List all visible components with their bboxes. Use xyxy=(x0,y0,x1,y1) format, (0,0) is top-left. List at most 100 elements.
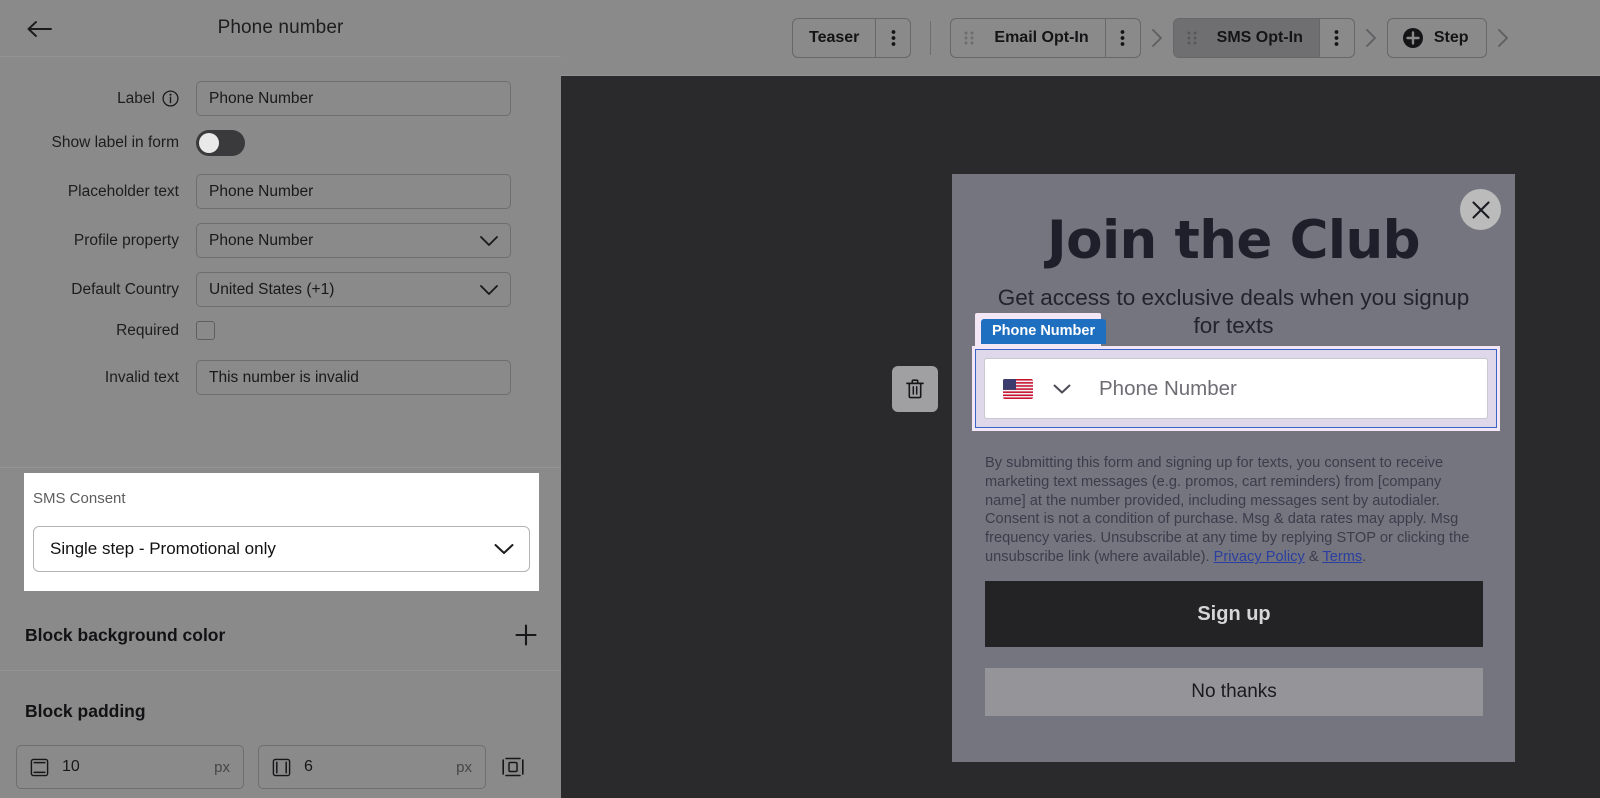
padding-vertical-icon xyxy=(30,758,49,777)
default-country-select[interactable]: United States (+1) xyxy=(196,272,511,307)
required-checkbox[interactable] xyxy=(196,321,215,340)
field-row-required: Required xyxy=(0,321,561,340)
profile-property-value: Phone Number xyxy=(209,232,313,250)
back-button[interactable] xyxy=(22,13,56,45)
delete-block-button[interactable] xyxy=(892,366,938,412)
horizontal-padding-unit: px xyxy=(456,759,472,776)
block-background-color-row: Block background color xyxy=(0,620,561,650)
privacy-policy-link[interactable]: Privacy Policy xyxy=(1214,549,1305,565)
add-step-label: Step xyxy=(1434,29,1469,47)
teaser-pill: Teaser xyxy=(792,18,911,58)
sms-consent-value: Single step - Promotional only xyxy=(50,539,276,559)
step-kebab-email-opt-in[interactable] xyxy=(1105,19,1140,57)
field-label: Label xyxy=(0,90,196,108)
label-input[interactable]: Phone Number xyxy=(196,81,511,116)
phone-number-input[interactable]: Phone Number xyxy=(984,358,1488,419)
page-title: Phone number xyxy=(0,17,561,39)
signup-button[interactable]: Sign up xyxy=(985,581,1483,647)
show-label-toggle[interactable] xyxy=(196,130,245,156)
selection-badge: Phone Number xyxy=(981,319,1106,344)
field-row-placeholder: Placeholder text Phone Number xyxy=(0,174,561,209)
field-label-text: Profile property xyxy=(74,232,179,250)
label-input-value: Phone Number xyxy=(209,90,313,108)
kebab-menu-icon xyxy=(1120,28,1125,48)
teaser-kebab-button[interactable] xyxy=(875,19,910,57)
chevron-right-icon xyxy=(1364,27,1378,49)
placeholder-input-value: Phone Number xyxy=(209,183,313,201)
selection-outline[interactable]: Phone Number xyxy=(972,346,1500,431)
toolbar-divider xyxy=(930,21,931,55)
block-background-color-title: Block background color xyxy=(25,625,225,646)
field-row-default-country: Default Country United States (+1) xyxy=(0,272,561,307)
drag-handle[interactable] xyxy=(951,19,978,57)
section-divider xyxy=(0,467,561,468)
field-label-text: Label xyxy=(117,90,155,108)
link-padding-icon xyxy=(500,754,526,780)
step-kebab-sms-opt-in[interactable] xyxy=(1319,19,1354,57)
field-label: Invalid text xyxy=(0,369,196,387)
kebab-menu-icon xyxy=(1334,28,1339,48)
teaser-button[interactable]: Teaser xyxy=(793,19,875,57)
step-tab-sms-opt-in[interactable]: SMS Opt-In xyxy=(1201,19,1319,57)
step-tab-email-opt-in[interactable]: Email Opt-In xyxy=(978,19,1104,57)
placeholder-input[interactable]: Phone Number xyxy=(196,174,511,209)
consent-period: . xyxy=(1362,549,1366,565)
app-root: Phone number Label Phone Number xyxy=(0,0,1600,798)
chevron-down-icon xyxy=(479,234,499,247)
us-flag-icon xyxy=(1003,379,1033,399)
horizontal-padding-value: 6 xyxy=(304,758,313,776)
chevron-down-icon[interactable] xyxy=(1052,383,1072,395)
close-icon xyxy=(1470,199,1492,221)
toolbar-items: Teaser xyxy=(792,18,1519,58)
chevron-down-icon xyxy=(479,283,499,296)
drag-handle[interactable] xyxy=(1174,19,1201,57)
field-label-text: Invalid text xyxy=(105,369,179,387)
field-label: Profile property xyxy=(0,232,196,250)
chevron-right-icon xyxy=(1150,27,1164,49)
field-label-text: Show label in form xyxy=(51,134,179,152)
form-headline: Join the Club xyxy=(952,174,1515,271)
step-pill-email-opt-in: Email Opt-In xyxy=(950,18,1140,58)
field-row-label: Label Phone Number xyxy=(0,81,561,116)
default-country-value: United States (+1) xyxy=(209,281,334,299)
block-padding-title: Block padding xyxy=(25,701,146,722)
sms-consent-spotlight: SMS Consent Single step - Promotional on… xyxy=(24,473,539,591)
trash-icon xyxy=(903,377,927,401)
block-padding-row: Block padding xyxy=(0,698,561,724)
close-button[interactable] xyxy=(1460,189,1501,230)
phone-input-placeholder: Phone Number xyxy=(1099,377,1237,401)
field-label: Required xyxy=(0,322,196,340)
terms-link[interactable]: Terms xyxy=(1322,549,1362,565)
padding-horizontal-icon xyxy=(272,758,291,777)
section-divider xyxy=(0,670,561,671)
consent-disclaimer: By submitting this form and signing up f… xyxy=(985,454,1483,567)
sms-consent-label: SMS Consent xyxy=(24,490,539,507)
profile-property-select[interactable]: Phone Number xyxy=(196,223,511,258)
arrow-left-icon xyxy=(25,19,53,39)
decline-button[interactable]: No thanks xyxy=(985,668,1483,716)
invalid-text-value: This number is invalid xyxy=(209,369,359,387)
block-padding-inputs: 10 px 6 px xyxy=(0,745,526,789)
sms-consent-select[interactable]: Single step - Promotional only xyxy=(33,526,530,572)
info-icon[interactable] xyxy=(162,90,179,107)
drag-grip-icon xyxy=(1185,28,1199,48)
signup-form-preview: Join the Club Get access to exclusive de… xyxy=(952,174,1515,762)
invalid-text-input[interactable]: This number is invalid xyxy=(196,360,511,395)
phone-number-block: Phone Number xyxy=(972,346,1500,431)
horizontal-padding-input[interactable]: 6 px xyxy=(258,745,486,789)
add-background-color-button[interactable] xyxy=(513,622,539,648)
kebab-menu-icon xyxy=(891,28,896,48)
step-toolbar: Teaser xyxy=(561,0,1600,76)
field-row-invalid-text: Invalid text This number is invalid xyxy=(0,360,561,395)
block-settings-panel: Phone number Label Phone Number xyxy=(0,0,561,798)
vertical-padding-unit: px xyxy=(214,759,230,776)
add-step-button[interactable]: Step xyxy=(1387,18,1487,58)
step-pill-sms-opt-in: SMS Opt-In xyxy=(1173,18,1355,58)
link-padding-button[interactable] xyxy=(500,754,526,780)
field-label: Show label in form xyxy=(0,134,196,152)
vertical-padding-input[interactable]: 10 px xyxy=(16,745,244,789)
field-label-text: Placeholder text xyxy=(68,183,179,201)
field-row-profile-property: Profile property Phone Number xyxy=(0,223,561,258)
vertical-padding-value: 10 xyxy=(62,758,80,776)
settings-form: Label Phone Number Show label xyxy=(0,57,561,395)
